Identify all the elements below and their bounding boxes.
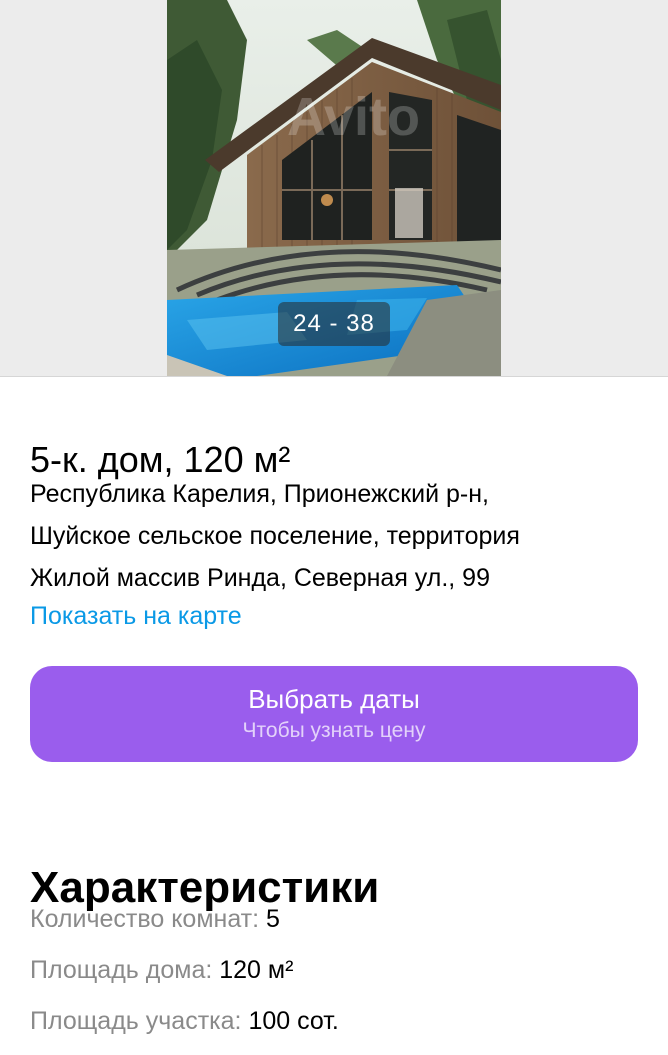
choose-dates-button[interactable]: Выбрать даты Чтобы узнать цену bbox=[30, 666, 638, 762]
address-line: Шуйское сельское поселение, территория bbox=[30, 522, 520, 550]
spec-value: 100 сот. bbox=[248, 1007, 339, 1035]
photo-counter: 24 - 38 bbox=[278, 302, 390, 346]
spec-label: Площадь дома: bbox=[30, 956, 220, 984]
address-line: Жилой массив Ринда, Северная ул., 99 bbox=[30, 564, 490, 592]
spec-row-plot-area: Площадь участка: 100 сот. bbox=[30, 1004, 640, 1055]
spec-row-rooms: Количество комнат: 5 bbox=[30, 902, 640, 953]
show-on-map-link[interactable]: Показать на карте bbox=[30, 598, 242, 634]
listing-address: Республика Карелия, Прионежский р-н, Шуй… bbox=[30, 473, 640, 599]
spec-label: Количество комнат: bbox=[30, 905, 267, 933]
choose-dates-sublabel: Чтобы узнать цену bbox=[242, 719, 426, 742]
watermark-text: Avito bbox=[287, 87, 420, 147]
photo-gallery[interactable]: Avito 24 - 38 bbox=[0, 0, 668, 377]
address-line: Республика Карелия, Прионежский р-н, bbox=[30, 480, 489, 508]
spec-row-house-area: Площадь дома: 120 м² bbox=[30, 953, 640, 1004]
spec-label: Площадь участка: bbox=[30, 1007, 249, 1035]
choose-dates-label: Выбрать даты bbox=[248, 684, 420, 714]
characteristics-list: Количество комнат: 5 Площадь дома: 120 м… bbox=[30, 902, 640, 1055]
spec-value: 120 м² bbox=[219, 956, 294, 984]
spec-value: 5 bbox=[266, 905, 280, 933]
